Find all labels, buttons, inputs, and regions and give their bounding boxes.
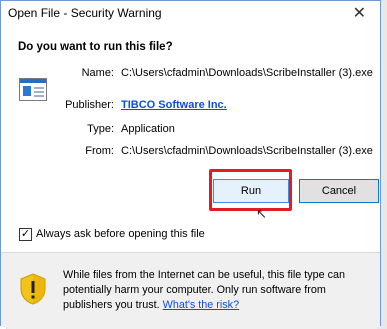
warning-text: While files from the Internet can be use…: [63, 268, 375, 313]
dialog-question: Do you want to run this file?: [18, 41, 173, 53]
name-value: C:\Users\cfadmin\Downloads\ScribeInstall…: [121, 67, 373, 79]
from-value: C:\Users\cfadmin\Downloads\ScribeInstall…: [121, 145, 373, 157]
publisher-link[interactable]: TIBCO Software Inc.: [121, 99, 227, 111]
security-warning-dialog: Open File - Security Warning ✕ Do you wa…: [0, 0, 381, 327]
from-label: From:: [85, 145, 114, 157]
run-button[interactable]: Run: [213, 179, 289, 203]
title-bar: Open File - Security Warning ✕: [1, 1, 380, 27]
shield-warning-icon: [20, 273, 46, 305]
whats-the-risk-link[interactable]: What's the risk?: [163, 299, 239, 311]
mouse-pointer-icon: ↖: [256, 206, 267, 221]
window-title: Open File - Security Warning: [8, 6, 162, 20]
type-value: Application: [121, 123, 175, 135]
publisher-label: Publisher:: [65, 99, 114, 111]
close-icon[interactable]: ✕: [353, 3, 366, 23]
name-label: Name:: [81, 67, 114, 79]
application-file-icon: [19, 78, 47, 101]
always-ask-checkbox[interactable]: ✓: [19, 228, 32, 241]
cancel-button[interactable]: Cancel: [299, 179, 379, 203]
always-ask-label[interactable]: Always ask before opening this file: [36, 228, 205, 240]
type-label: Type:: [87, 123, 114, 135]
